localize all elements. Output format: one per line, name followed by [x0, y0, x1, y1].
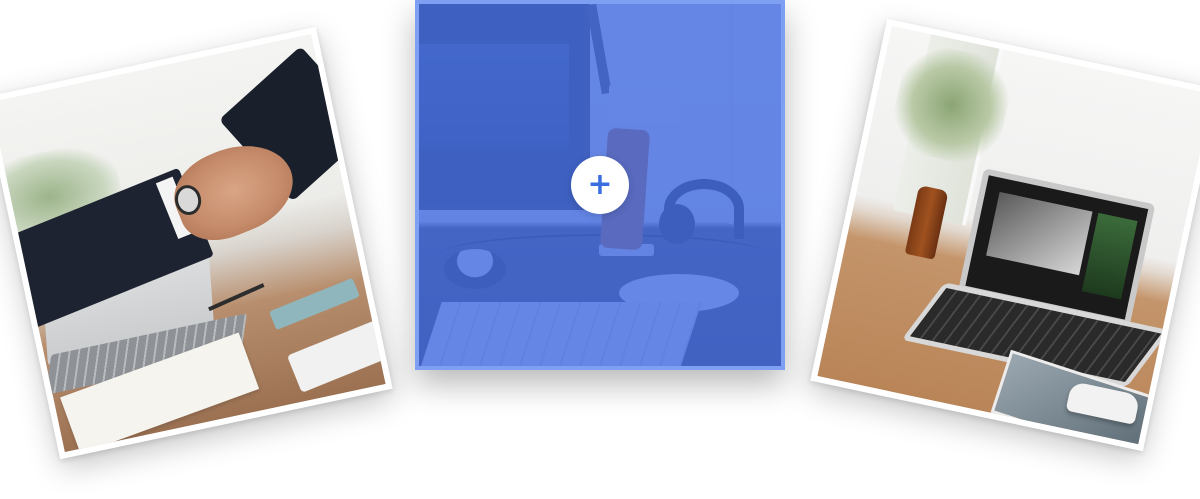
expand-button[interactable]: + — [571, 156, 629, 214]
photo-card-handshake[interactable] — [0, 26, 393, 460]
laptop-photo — [817, 25, 1200, 445]
desk-photo: + — [419, 4, 781, 366]
photo-card-desk-active[interactable]: + — [415, 0, 785, 370]
handshake-photo — [0, 33, 386, 453]
photo-card-laptop[interactable] — [810, 18, 1200, 452]
photo-gallery: + — [0, 0, 1200, 499]
plus-icon: + — [587, 167, 613, 202]
